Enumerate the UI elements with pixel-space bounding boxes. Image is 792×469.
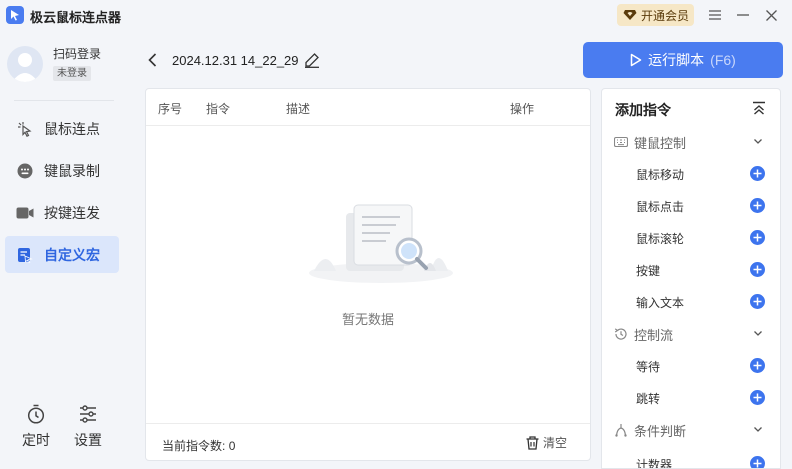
command-wait[interactable]: 等待 xyxy=(636,351,776,381)
cursor-click-icon xyxy=(16,120,34,138)
column-header-command: 指令 xyxy=(206,102,231,116)
trash-icon xyxy=(526,435,539,450)
avatar[interactable] xyxy=(7,46,43,82)
settings-label: 设置 xyxy=(74,432,102,448)
command-input-text[interactable]: 输入文本 xyxy=(636,287,776,317)
command-count-label: 当前指令数: xyxy=(162,439,226,453)
command-label: 计数器 xyxy=(636,457,673,469)
timer-label: 定时 xyxy=(22,432,50,448)
command-jump[interactable]: 跳转 xyxy=(636,383,776,413)
add-icon[interactable] xyxy=(750,294,765,309)
empty-data-text: 暂无数据 xyxy=(341,312,394,327)
add-icon[interactable] xyxy=(750,358,765,373)
add-command-title: 添加指令 xyxy=(615,102,671,118)
run-shortcut: (F6) xyxy=(710,52,736,68)
add-icon[interactable] xyxy=(750,166,765,181)
column-header-description: 描述 xyxy=(286,102,311,116)
sidebar-item-label: 按键连发 xyxy=(44,204,100,221)
sidebar: 扫码登录 未登录 鼠标连点 键鼠录制 按键连发 自定义宏 定时 设置 xyxy=(0,32,129,469)
category-label: 条件判断 xyxy=(634,423,687,439)
add-icon[interactable] xyxy=(750,198,765,213)
add-icon[interactable] xyxy=(750,390,765,405)
empty-data-illustration xyxy=(309,204,453,283)
chevron-down-icon xyxy=(754,331,762,336)
command-counter[interactable]: 计数器 xyxy=(636,449,776,469)
sidebar-item-record[interactable]: 键鼠录制 xyxy=(5,152,119,189)
settings-sliders-icon xyxy=(80,405,96,423)
command-label: 鼠标滚轮 xyxy=(636,231,685,246)
macro-icon xyxy=(16,246,34,264)
command-label: 鼠标点击 xyxy=(636,199,685,214)
run-script-button[interactable]: 运行脚本 (F6) xyxy=(583,42,783,78)
command-mouse-move[interactable]: 鼠标移动 xyxy=(636,159,776,189)
add-command-panel: 添加指令 键鼠控制 鼠标移动 鼠标点击 鼠标滚轮 按键 输入文本 控制流 等待 … xyxy=(601,88,781,469)
add-icon[interactable] xyxy=(750,262,765,277)
timer-button[interactable]: 定时 xyxy=(16,404,56,454)
table-footer: 当前指令数: 0 清空 xyxy=(146,423,590,461)
add-icon[interactable] xyxy=(750,230,765,245)
command-mouse-click[interactable]: 鼠标点击 xyxy=(636,191,776,221)
menu-icon[interactable] xyxy=(706,6,724,24)
category-label: 键鼠控制 xyxy=(634,135,687,151)
add-icon[interactable] xyxy=(750,456,765,468)
command-mouse-wheel[interactable]: 鼠标滚轮 xyxy=(636,223,776,253)
timer-icon xyxy=(27,404,45,424)
clear-label: 清空 xyxy=(543,436,568,450)
sidebar-item-mouse-click[interactable]: 鼠标连点 xyxy=(5,110,119,147)
app-title: 极云鼠标连点器 xyxy=(30,10,122,25)
column-header-action: 操作 xyxy=(510,102,535,116)
command-count: 当前指令数: 0 xyxy=(162,437,235,454)
back-icon[interactable] xyxy=(145,52,161,68)
keyboard-icon xyxy=(614,136,628,148)
category-keyboard-mouse[interactable]: 键鼠控制 xyxy=(602,127,780,157)
command-label: 输入文本 xyxy=(636,295,685,310)
vip-label: 开通会员 xyxy=(641,8,690,23)
diamond-heart-icon xyxy=(623,10,637,20)
vip-button[interactable]: 开通会员 xyxy=(617,4,694,26)
minimize-icon[interactable] xyxy=(734,6,752,24)
command-label: 鼠标移动 xyxy=(636,167,685,182)
login-status-badge: 未登录 xyxy=(53,66,91,81)
sidebar-item-custom-macro[interactable]: 自定义宏 xyxy=(5,236,119,273)
run-label: 运行脚本 xyxy=(648,52,705,68)
sidebar-item-label: 鼠标连点 xyxy=(44,120,100,137)
history-icon xyxy=(614,328,627,340)
column-header-index: 序号 xyxy=(158,102,183,116)
command-count-value: 0 xyxy=(228,439,236,453)
clear-button[interactable]: 清空 xyxy=(526,434,567,451)
settings-button[interactable]: 设置 xyxy=(68,404,108,454)
play-icon xyxy=(630,53,642,67)
sidebar-item-label: 键鼠录制 xyxy=(44,162,100,179)
edit-icon[interactable] xyxy=(304,52,320,68)
chevron-down-icon xyxy=(754,139,762,144)
script-name: 2024.12.31 14_22_29 xyxy=(172,53,299,68)
sidebar-item-label: 自定义宏 xyxy=(44,246,100,263)
app-logo-icon xyxy=(6,6,24,24)
branch-icon xyxy=(615,424,627,437)
command-key-press[interactable]: 按键 xyxy=(636,255,776,285)
sidebar-item-key-repeat[interactable]: 按键连发 xyxy=(5,194,119,231)
command-label: 跳转 xyxy=(636,391,661,406)
category-label: 控制流 xyxy=(634,327,674,343)
table-header: 序号 指令 描述 操作 xyxy=(146,89,590,126)
sidebar-divider xyxy=(14,100,114,101)
camera-icon xyxy=(16,204,34,222)
login-label[interactable]: 扫码登录 xyxy=(53,45,101,62)
close-icon[interactable] xyxy=(762,6,780,24)
command-label: 按键 xyxy=(636,263,661,278)
title-bar: 极云鼠标连点器 开通会员 xyxy=(0,0,792,32)
collapse-all-icon[interactable] xyxy=(752,101,768,117)
chevron-down-icon xyxy=(754,427,762,432)
record-icon xyxy=(16,162,34,180)
command-table: 序号 指令 描述 操作 暂无数据 当前指令数: 0 清空 xyxy=(145,88,591,461)
category-condition[interactable]: 条件判断 xyxy=(602,415,780,445)
category-control-flow[interactable]: 控制流 xyxy=(602,319,780,349)
command-label: 等待 xyxy=(636,359,661,374)
